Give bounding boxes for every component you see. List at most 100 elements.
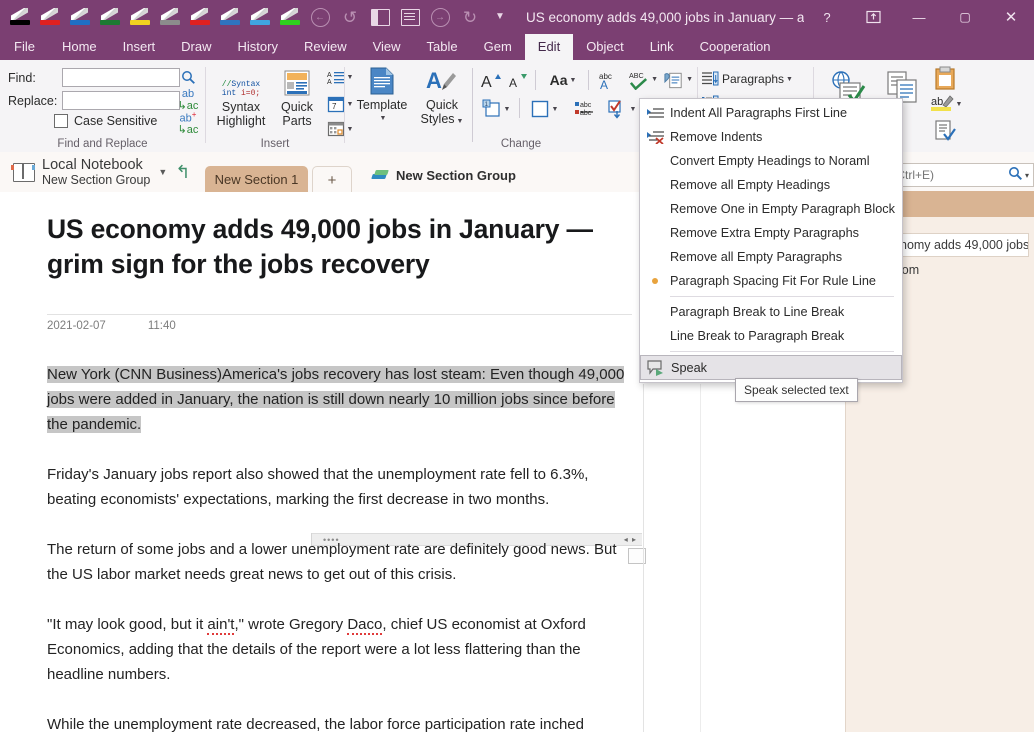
pen-yellow-button[interactable] [126, 3, 154, 31]
pen-gray-button[interactable] [156, 3, 184, 31]
section-group-breadcrumb[interactable]: New Section Group [371, 168, 516, 183]
redo-button[interactable]: ↻ [456, 3, 484, 31]
add-section-button[interactable]: + [312, 166, 352, 193]
pen-black-button[interactable] [6, 3, 34, 31]
chevron-down-icon-styles[interactable]: ▼ [457, 118, 464, 125]
forward-button[interactable]: → [426, 3, 454, 31]
change-case-button[interactable]: Aa ▼ [541, 68, 585, 92]
menu-item-convert-empty-headings-to-normal[interactable]: Convert Empty Headings to Noraml [640, 149, 902, 173]
apply-check-button[interactable] [930, 118, 960, 144]
side-panel-button[interactable] [366, 3, 394, 31]
spell-check-button[interactable]: ABC ▼ [628, 67, 658, 92]
paragraph-4[interactable]: "It may look good, but it ain't," wrote … [47, 612, 627, 687]
tab-file[interactable]: File [0, 34, 49, 60]
tab-gem[interactable]: Gem [471, 34, 525, 60]
numbering-button[interactable]: 1 ▼ [478, 96, 514, 122]
menu-item-remove-indents[interactable]: Remove Indents [640, 125, 902, 149]
find-input[interactable] [62, 68, 180, 87]
pen-lightblue-button[interactable] [246, 3, 274, 31]
pen-bright-green-button[interactable] [276, 3, 304, 31]
sync-icon[interactable]: ↰ [175, 162, 190, 183]
back-button[interactable]: ← [306, 3, 334, 31]
tab-object[interactable]: Object [573, 34, 637, 60]
pen-blue-2-button[interactable] [216, 3, 244, 31]
syntax-highlight-button[interactable]: //Syntax int i=0; Syntax Highlight [210, 66, 272, 128]
strikethrough-icon: abc abc [575, 102, 593, 117]
minimize-button[interactable]: — [896, 0, 942, 34]
full-page-icon [400, 8, 420, 26]
tab-review[interactable]: Review [291, 34, 360, 60]
paragraph-2[interactable]: Friday's January jobs report also showed… [47, 462, 627, 512]
strikethrough-button[interactable]: abc abc [567, 96, 601, 122]
highlight-button[interactable]: ▼ [663, 67, 693, 92]
svg-text:abc: abc [580, 102, 592, 109]
pen-red-2-button[interactable] [186, 3, 214, 31]
pen-blue-button[interactable] [66, 3, 94, 31]
pen-yellow-icon [129, 7, 151, 27]
tab-table[interactable]: Table [414, 34, 471, 60]
chevron-down-icon-template[interactable]: ▼ [353, 112, 413, 126]
quick-parts-button[interactable]: Quick Parts [272, 66, 322, 128]
paragraph-1[interactable]: New York (CNN Business)America's jobs re… [47, 362, 627, 437]
syntax-highlight-icon: //Syntax int i=0; [221, 80, 261, 98]
grow-font-icon: A [481, 74, 501, 89]
tab-history[interactable]: History [225, 34, 291, 60]
replace-all-icon-2: ↳ac [177, 124, 199, 137]
replace-button[interactable]: ab ↳ac [176, 89, 200, 112]
menu-item-paragraph-spacing-fit-for-rule-line[interactable]: Paragraph Spacing Fit For Rule Line [640, 269, 902, 293]
menu-item-remove-one-in-empty-paragraph-block[interactable]: Remove One in Empty Paragraph Block [640, 197, 902, 221]
menu-item-paragraph-break-to-line-break[interactable]: Paragraph Break to Line Break [640, 300, 902, 324]
tab-link[interactable]: Link [637, 34, 687, 60]
tab-draw[interactable]: Draw [168, 34, 224, 60]
tab-insert[interactable]: Insert [110, 34, 169, 60]
pen-green-button[interactable] [96, 3, 124, 31]
paragraph-3[interactable]: The return of some jobs and a lower unem… [47, 537, 627, 587]
notebook-dropdown-icon[interactable]: ▼ [158, 167, 167, 177]
maximize-button[interactable]: ▢ [942, 0, 988, 34]
customize-qat-button[interactable]: ▼ [486, 3, 514, 31]
menu-label-3: Remove all Empty Headings [670, 178, 831, 192]
menu-item-remove-all-empty-paragraphs[interactable]: Remove all Empty Paragraphs [640, 245, 902, 269]
svg-text:7: 7 [332, 102, 337, 111]
search-dropdown-icon[interactable]: ▾ [1025, 171, 1029, 180]
format-painter-button[interactable]: ab ▼ [927, 92, 965, 116]
grow-font-button[interactable]: A [478, 68, 504, 92]
search-icon[interactable] [1008, 166, 1023, 184]
replace-input[interactable] [62, 91, 180, 110]
full-page-button[interactable] [396, 3, 424, 31]
clear-formatting-button[interactable]: abc A [594, 67, 620, 92]
chevron-down-icon: ▼ [495, 11, 505, 22]
shrink-font-button[interactable]: A [505, 68, 531, 92]
menu-item-speak[interactable]: Speak [640, 355, 902, 380]
menu-label-4: Remove One in Empty Paragraph Block [670, 202, 895, 216]
paragraphs-button[interactable]: Paragraphs ▼ [722, 68, 804, 90]
ribbon-display-options-button[interactable] [850, 0, 896, 34]
menu-item-remove-extra-empty-paragraphs[interactable]: Remove Extra Empty Paragraphs [640, 221, 902, 245]
close-button[interactable]: ✕ [988, 0, 1034, 34]
notebook-selector[interactable]: Local Notebook New Section Group ▼ ↰ [10, 152, 190, 192]
tab-edit[interactable]: Edit [524, 34, 574, 60]
quick-styles-button[interactable]: A Quick Styles ▼ [413, 64, 471, 129]
pen-red-button[interactable] [36, 3, 64, 31]
paste-button[interactable] [930, 64, 960, 92]
menu-item-remove-all-empty-headings[interactable]: Remove all Empty Headings [640, 173, 902, 197]
section-tab-new-section-1[interactable]: New Section 1 [205, 166, 308, 192]
check-button[interactable]: ▼ [603, 96, 639, 122]
template-button[interactable]: Template ▼ [351, 64, 413, 126]
case-sensitive-row[interactable]: Case Sensitive [54, 114, 157, 128]
paragraph-5[interactable]: While the unemployment rate decreased, t… [47, 712, 627, 732]
menu-item-indent-all-paragraphs-first-line[interactable]: Indent All Paragraphs First Line [640, 101, 902, 125]
box-button[interactable]: ▼ [525, 96, 563, 122]
replace-all-button[interactable]: ab+ ↳ac [176, 110, 200, 137]
case-sensitive-checkbox[interactable] [54, 114, 68, 128]
tab-view[interactable]: View [360, 34, 414, 60]
help-button[interactable]: ? [804, 0, 850, 34]
line-spacing-button[interactable] [700, 68, 720, 90]
page-title[interactable]: US economy adds 49,000 jobs in January —… [47, 212, 632, 282]
undo-button[interactable]: ↺ [336, 3, 364, 31]
find-search-button[interactable] [176, 66, 200, 88]
menu-item-line-break-to-paragraph-break[interactable]: Line Break to Paragraph Break [640, 324, 902, 348]
tab-cooperation[interactable]: Cooperation [687, 34, 784, 60]
tab-home[interactable]: Home [49, 34, 110, 60]
svg-text:A: A [481, 74, 492, 89]
